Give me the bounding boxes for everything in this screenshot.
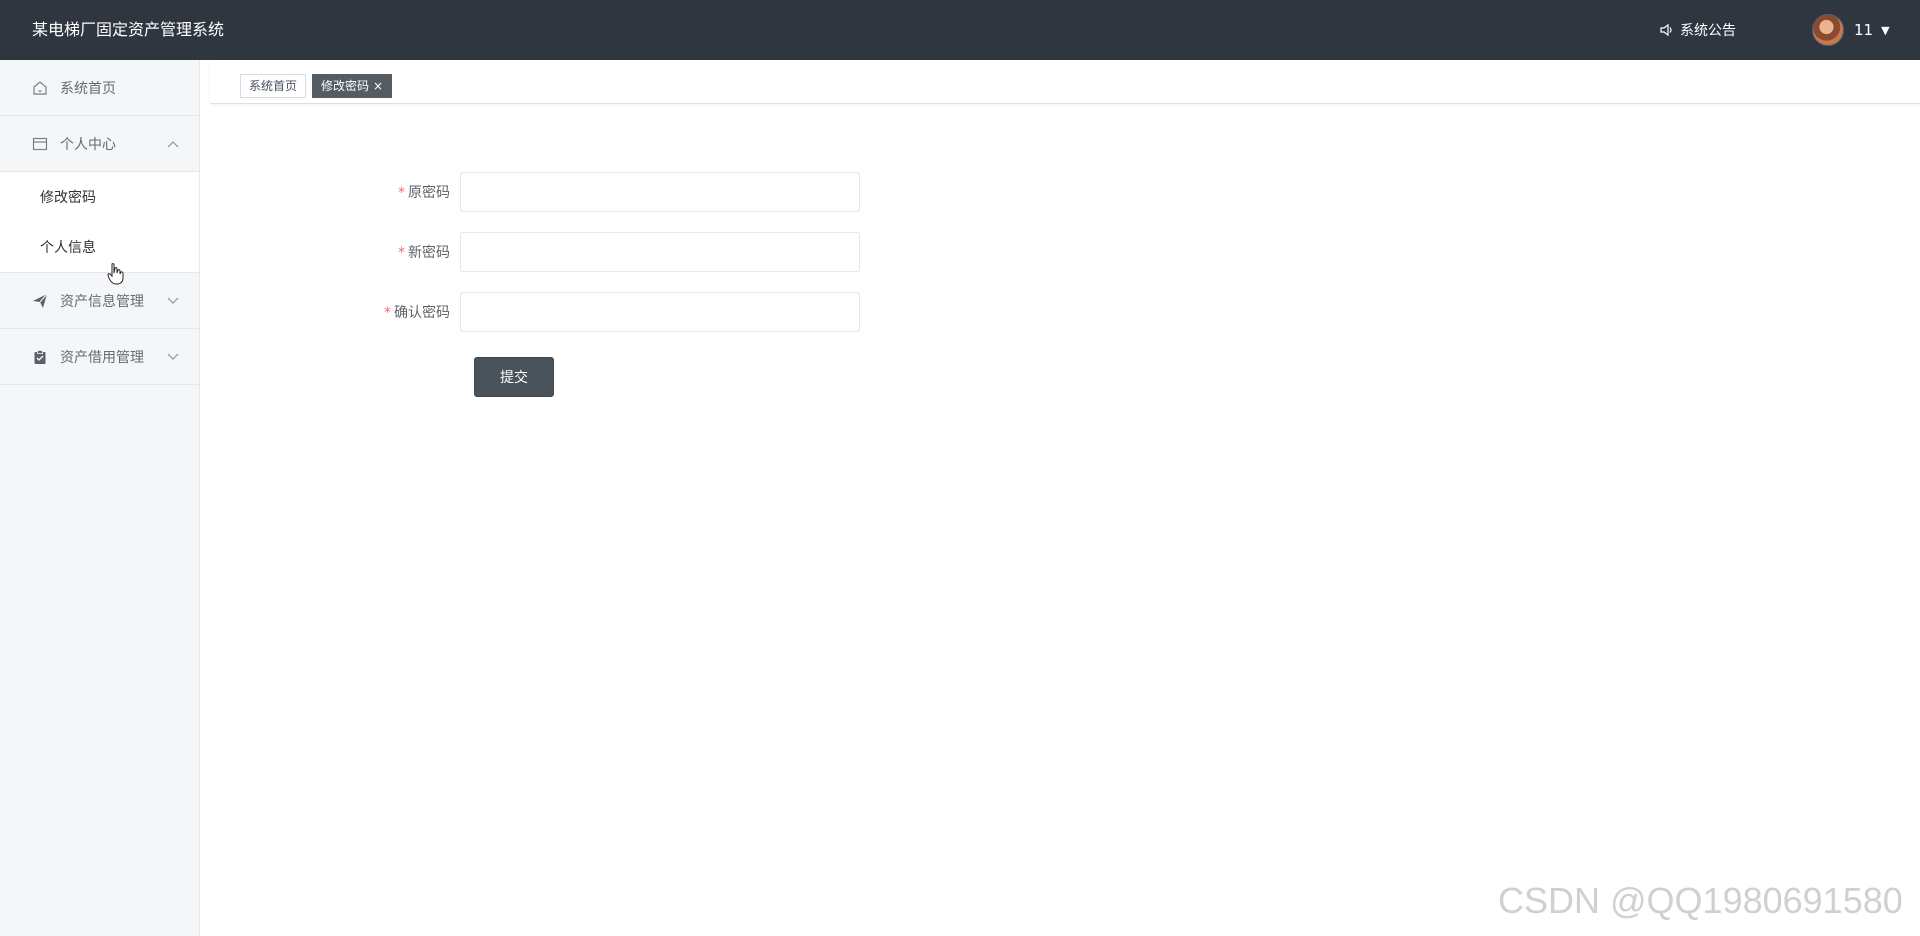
submit-button[interactable]: 提交 (474, 357, 554, 397)
sidebar-item-personal-info[interactable]: 个人信息 (0, 222, 199, 272)
chevron-down-icon (167, 350, 179, 364)
tab-home[interactable]: 系统首页 (240, 74, 307, 98)
tab-change-password[interactable]: 修改密码 × (312, 74, 393, 98)
required-mark: * (384, 305, 391, 321)
chevron-down-icon (167, 294, 179, 308)
send-icon (32, 293, 48, 309)
username: 11 (1854, 21, 1874, 39)
sidebar-item-personal-center[interactable]: 个人中心 (0, 116, 199, 172)
personal-center-submenu: 修改密码 个人信息 (0, 172, 199, 273)
sidebar-item-label: 资产信息管理 (60, 293, 144, 310)
sidebar-item-home[interactable]: 系统首页 (0, 60, 199, 116)
form-row-confirm-password: * 确认密码 (340, 292, 860, 332)
tabs-bar: 系统首页 修改密码 × (210, 60, 1920, 104)
confirm-password-input[interactable] (460, 292, 860, 332)
confirm-password-label: * 确认密码 (384, 305, 450, 321)
sidebar-item-label: 个人中心 (60, 136, 116, 153)
sidebar-item-asset-borrow[interactable]: 资产借用管理 (0, 329, 199, 385)
tab-label: 系统首页 (249, 79, 298, 93)
user-menu[interactable]: 11 ▼ (1812, 0, 1890, 60)
caret-down-icon: ▼ (1881, 23, 1890, 37)
new-password-label: * 新密码 (398, 245, 450, 261)
home-icon (32, 80, 48, 96)
close-icon[interactable]: × (373, 79, 383, 93)
watermark: CSDN @QQ1980691580 (1498, 880, 1903, 921)
sidebar-item-label: 修改密码 (40, 190, 96, 206)
form-row-old-password: * 原密码 (340, 172, 860, 212)
mouse-cursor-icon (106, 262, 126, 286)
app-title: 某电梯厂固定资产管理系统 (32, 20, 225, 39)
chevron-up-icon (167, 137, 179, 151)
top-header: 某电梯厂固定资产管理系统 系统公告 11 ▼ (0, 0, 1920, 60)
sidebar-item-label: 资产借用管理 (60, 349, 144, 366)
system-notice-button[interactable]: 系统公告 (1660, 0, 1736, 60)
required-mark: * (398, 245, 405, 261)
sidebar-item-asset-info[interactable]: 资产信息管理 (0, 273, 199, 329)
speaker-icon (1660, 23, 1674, 37)
sidebar-item-change-password[interactable]: 修改密码 (0, 172, 199, 222)
required-mark: * (398, 185, 405, 201)
card-icon (32, 136, 48, 152)
avatar (1812, 14, 1844, 46)
tab-label: 修改密码 (321, 79, 370, 93)
new-password-input[interactable] (460, 232, 860, 272)
sidebar-item-label: 系统首页 (60, 80, 116, 97)
sidebar-item-label: 个人信息 (40, 240, 96, 256)
form-row-new-password: * 新密码 (340, 232, 860, 272)
clipboard-icon (32, 349, 48, 365)
sidebar: 系统首页 个人中心 修改密码 个人信息 资产信息管理 资产借用管理 (0, 60, 200, 936)
old-password-input[interactable] (460, 172, 860, 212)
system-notice-label: 系统公告 (1680, 23, 1736, 39)
old-password-label: * 原密码 (398, 185, 450, 201)
